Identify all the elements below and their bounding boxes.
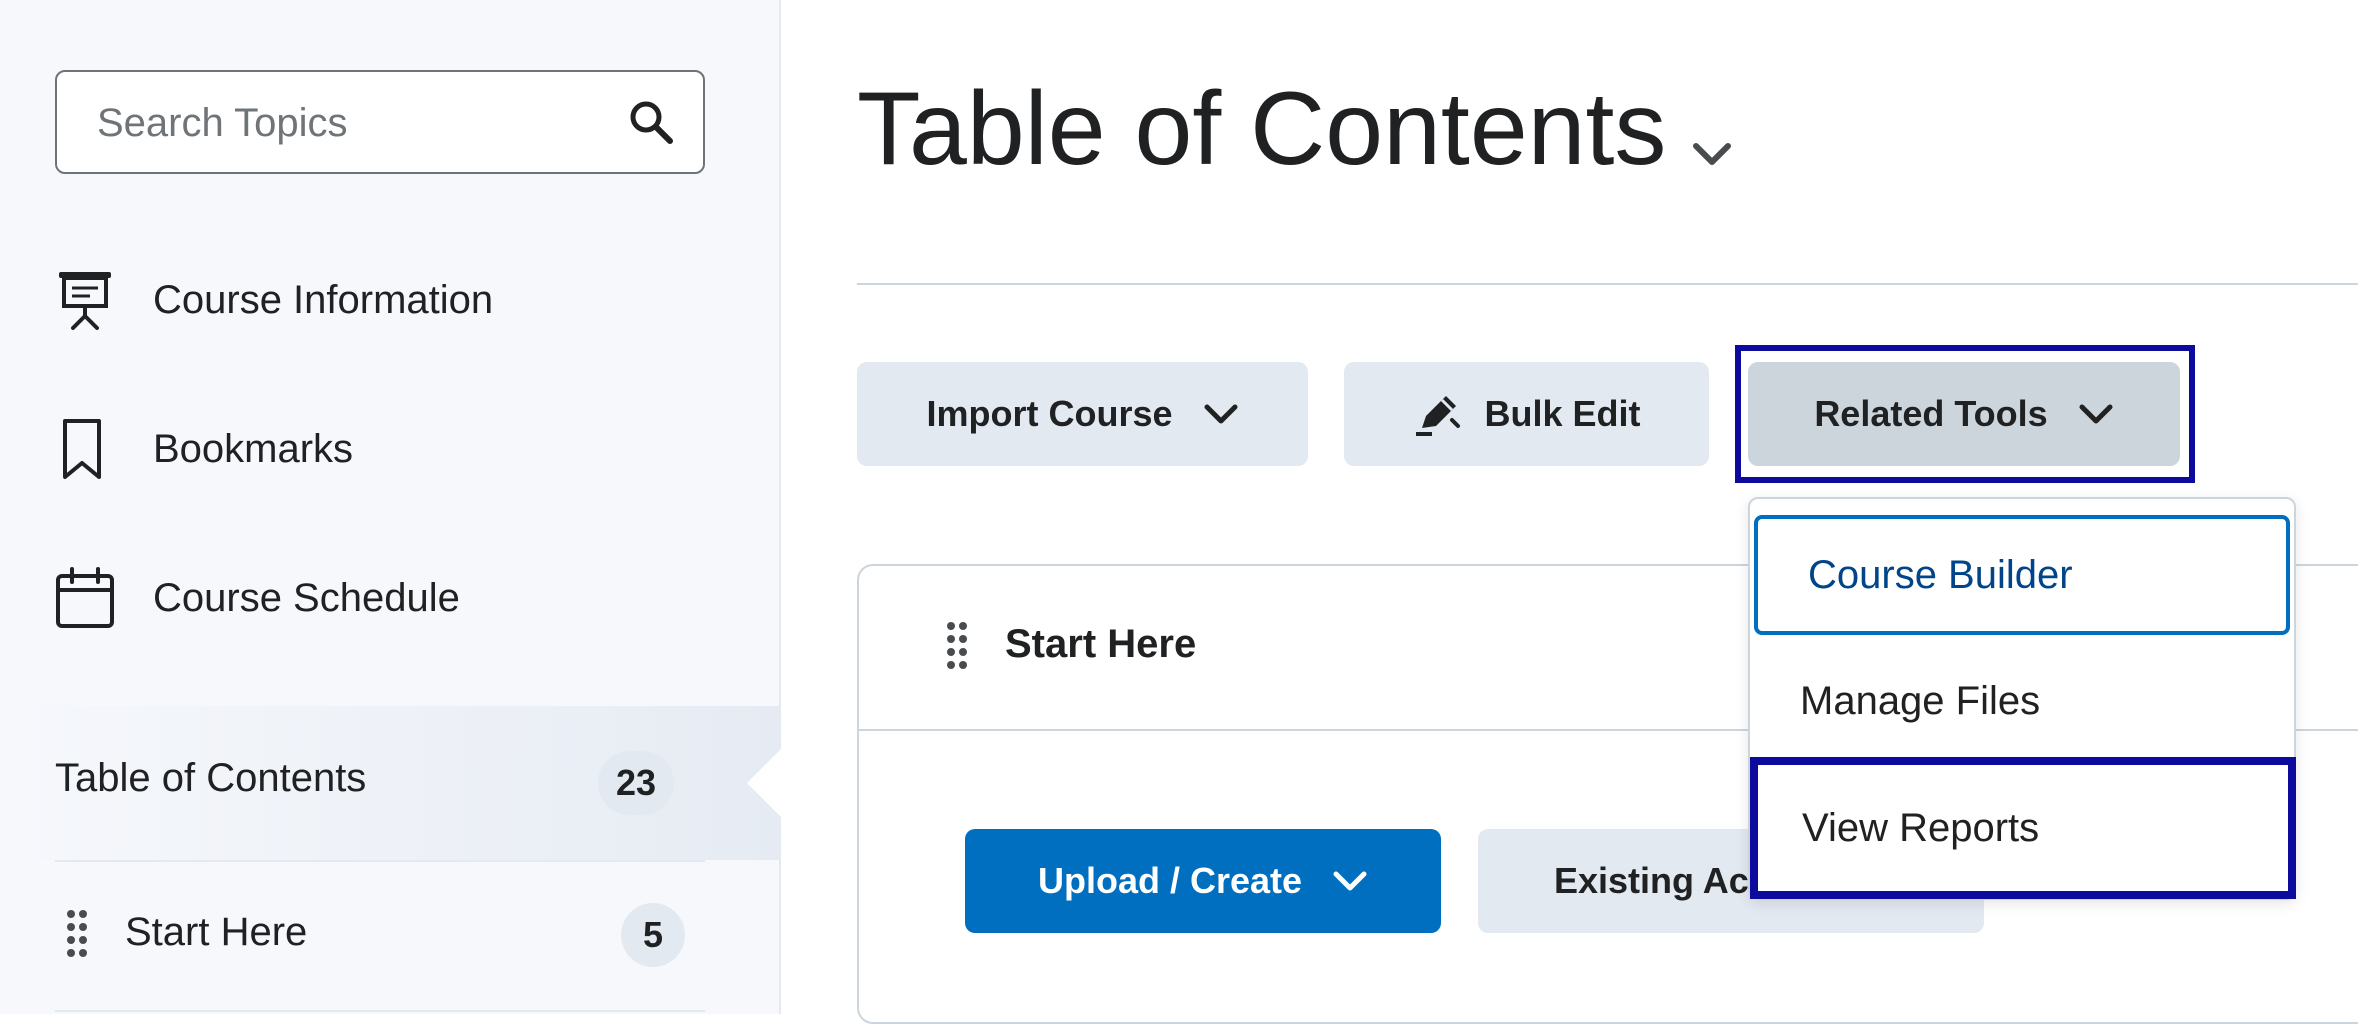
module-count-badge: 5	[621, 903, 685, 967]
module-card-title: Start Here	[1005, 622, 1197, 666]
chevron-down-icon[interactable]	[1690, 140, 1734, 168]
menu-item-label: Manage Files	[1800, 678, 2041, 723]
bookmark-icon	[55, 417, 115, 481]
chevron-down-icon	[1333, 871, 1367, 891]
search-icon[interactable]	[627, 98, 675, 146]
sidebar-item-label: Bookmarks	[153, 426, 354, 471]
related-tools-focus-outline	[1735, 345, 2195, 483]
bulk-edit-button[interactable]: Bulk Edit	[1344, 362, 1709, 466]
import-course-button[interactable]: Import Course	[857, 362, 1308, 466]
sidebar-item-bookmarks[interactable]: Bookmarks	[55, 409, 755, 489]
search-input[interactable]	[95, 72, 619, 174]
toc-count-badge: 23	[598, 751, 675, 815]
presentation-board-icon	[55, 268, 115, 332]
upload-create-button[interactable]: Upload / Create	[965, 829, 1441, 933]
button-label: Bulk Edit	[1484, 393, 1641, 434]
sidebar-item-table-of-contents[interactable]: Table of Contents 23	[0, 706, 781, 860]
search-box	[55, 70, 705, 174]
button-label: Import Course	[926, 393, 1173, 434]
chevron-down-icon	[1204, 404, 1238, 424]
divider	[55, 1010, 705, 1012]
page-title: Table of Contents	[857, 71, 1667, 187]
button-label: Existing Acti	[1554, 860, 1771, 901]
menu-item-label: Course Builder	[1808, 552, 2073, 597]
drag-handle-icon[interactable]	[65, 908, 89, 958]
menu-item-label: View Reports	[1802, 805, 2040, 850]
sidebar-module-start-here[interactable]: Start Here 5	[55, 890, 705, 980]
calendar-icon	[55, 566, 115, 630]
sidebar: Course Information Bookmarks Course Sche…	[0, 0, 781, 1014]
sidebar-item-label: Course Schedule	[153, 575, 460, 620]
menu-item-view-reports[interactable]: View Reports	[1750, 757, 2296, 899]
toc-label: Table of Contents	[55, 756, 367, 800]
drag-handle-icon[interactable]	[945, 620, 969, 672]
divider	[55, 860, 705, 862]
module-label: Start Here	[125, 910, 308, 954]
related-tools-menu: Course Builder Manage Files View Reports	[1748, 497, 2296, 900]
menu-item-manage-files[interactable]: Manage Files	[1750, 639, 2294, 763]
button-label: Upload / Create	[1037, 860, 1303, 901]
sidebar-item-label: Course Information	[153, 277, 494, 322]
pencil-edit-icon	[1416, 396, 1461, 436]
menu-item-course-builder[interactable]: Course Builder	[1754, 515, 2290, 635]
sidebar-item-course-information[interactable]: Course Information	[55, 260, 755, 340]
title-divider	[857, 283, 2358, 285]
sidebar-item-course-schedule[interactable]: Course Schedule	[55, 558, 755, 638]
